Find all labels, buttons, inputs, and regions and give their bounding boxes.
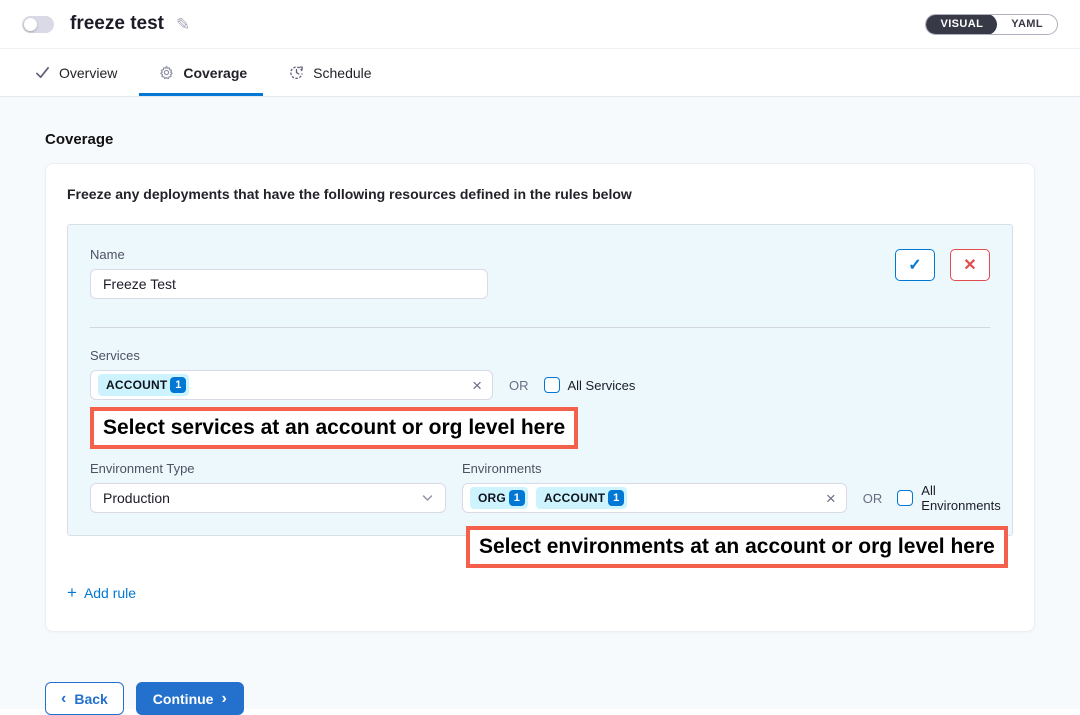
services-multiselect[interactable]: ACCOUNT 1 ×: [90, 370, 493, 400]
add-rule-button[interactable]: + Add rule: [67, 584, 136, 601]
check-icon: [35, 65, 50, 80]
tag-count-badge: 1: [509, 490, 525, 506]
freeze-enable-toggle[interactable]: [22, 16, 54, 33]
x-icon: ✕: [963, 255, 976, 275]
coverage-card: Freeze any deployments that have the fol…: [45, 163, 1035, 632]
all-services-label: All Services: [568, 378, 636, 393]
tag-count-badge: 1: [608, 490, 624, 506]
content-area: Coverage Freeze any deployments that hav…: [0, 97, 1080, 709]
tab-schedule[interactable]: Schedule: [289, 49, 371, 96]
clear-environments-icon[interactable]: ×: [826, 490, 836, 507]
rule-panel: Name ✓ ✕ Services ACCOUNT: [67, 224, 1013, 536]
tag-scope-label: ACCOUNT: [544, 491, 605, 505]
environment-scope-tag[interactable]: ACCOUNT 1: [536, 487, 627, 509]
clear-services-icon[interactable]: ×: [472, 377, 482, 394]
chevron-right-icon: ›: [221, 691, 226, 707]
tab-coverage-label: Coverage: [183, 65, 247, 81]
environment-type-label: Environment Type: [90, 461, 446, 476]
environment-type-select[interactable]: Production: [90, 483, 446, 513]
environments-label: Environments: [462, 461, 1015, 476]
environment-scope-tag[interactable]: ORG 1: [470, 487, 528, 509]
coverage-section-title: Coverage: [45, 131, 1035, 148]
delete-rule-button[interactable]: ✕: [950, 249, 990, 281]
tag-count-badge: 1: [170, 377, 186, 393]
tag-scope-label: ORG: [478, 491, 506, 505]
footer-actions: ‹ Back Continue ›: [45, 682, 1035, 715]
yaml-toggle-button[interactable]: YAML: [997, 14, 1057, 35]
header: freeze test ✎ VISUAL YAML: [0, 0, 1080, 49]
services-label: Services: [90, 348, 990, 363]
services-or-label: OR: [509, 378, 529, 393]
tag-scope-label: ACCOUNT: [106, 378, 167, 392]
service-scope-tag[interactable]: ACCOUNT 1: [98, 374, 189, 396]
chevron-left-icon: ‹: [61, 691, 66, 707]
tab-overview-label: Overview: [59, 65, 117, 81]
environments-annotation: Select environments at an account or org…: [466, 526, 1008, 568]
continue-button-label: Continue: [153, 691, 214, 707]
all-environments-checkbox[interactable]: [897, 490, 913, 506]
plus-icon: +: [67, 584, 77, 601]
gear-icon: [159, 65, 174, 80]
name-label: Name: [90, 247, 488, 262]
tab-bar: Overview Coverage Schedule: [0, 49, 1080, 97]
environments-multiselect[interactable]: ORG 1 ACCOUNT 1 ×: [462, 483, 847, 513]
environments-or-label: OR: [863, 491, 883, 506]
rule-name-input[interactable]: [90, 269, 488, 299]
tab-schedule-label: Schedule: [313, 65, 371, 81]
tab-overview[interactable]: Overview: [35, 49, 117, 96]
back-button[interactable]: ‹ Back: [45, 682, 124, 715]
check-icon: ✓: [908, 255, 921, 275]
all-environments-label: All Environments: [921, 483, 1015, 513]
continue-button[interactable]: Continue ›: [136, 682, 244, 715]
visual-toggle-button[interactable]: VISUAL: [926, 14, 997, 35]
schedule-clock-icon: [289, 65, 304, 80]
chevron-down-icon: [422, 494, 433, 502]
confirm-rule-button[interactable]: ✓: [895, 249, 935, 281]
view-mode-toggle: VISUAL YAML: [925, 14, 1058, 35]
back-button-label: Back: [74, 691, 107, 707]
services-annotation: Select services at an account or org lev…: [90, 407, 578, 449]
coverage-description: Freeze any deployments that have the fol…: [67, 186, 1013, 202]
all-services-checkbox[interactable]: [544, 377, 560, 393]
add-rule-label: Add rule: [84, 585, 136, 601]
tab-coverage[interactable]: Coverage: [159, 49, 247, 96]
edit-pencil-icon[interactable]: ✎: [176, 16, 190, 33]
toggle-knob: [24, 18, 37, 31]
environment-type-value: Production: [103, 490, 170, 506]
page-title: freeze test: [70, 13, 164, 35]
panel-divider: [90, 327, 990, 328]
